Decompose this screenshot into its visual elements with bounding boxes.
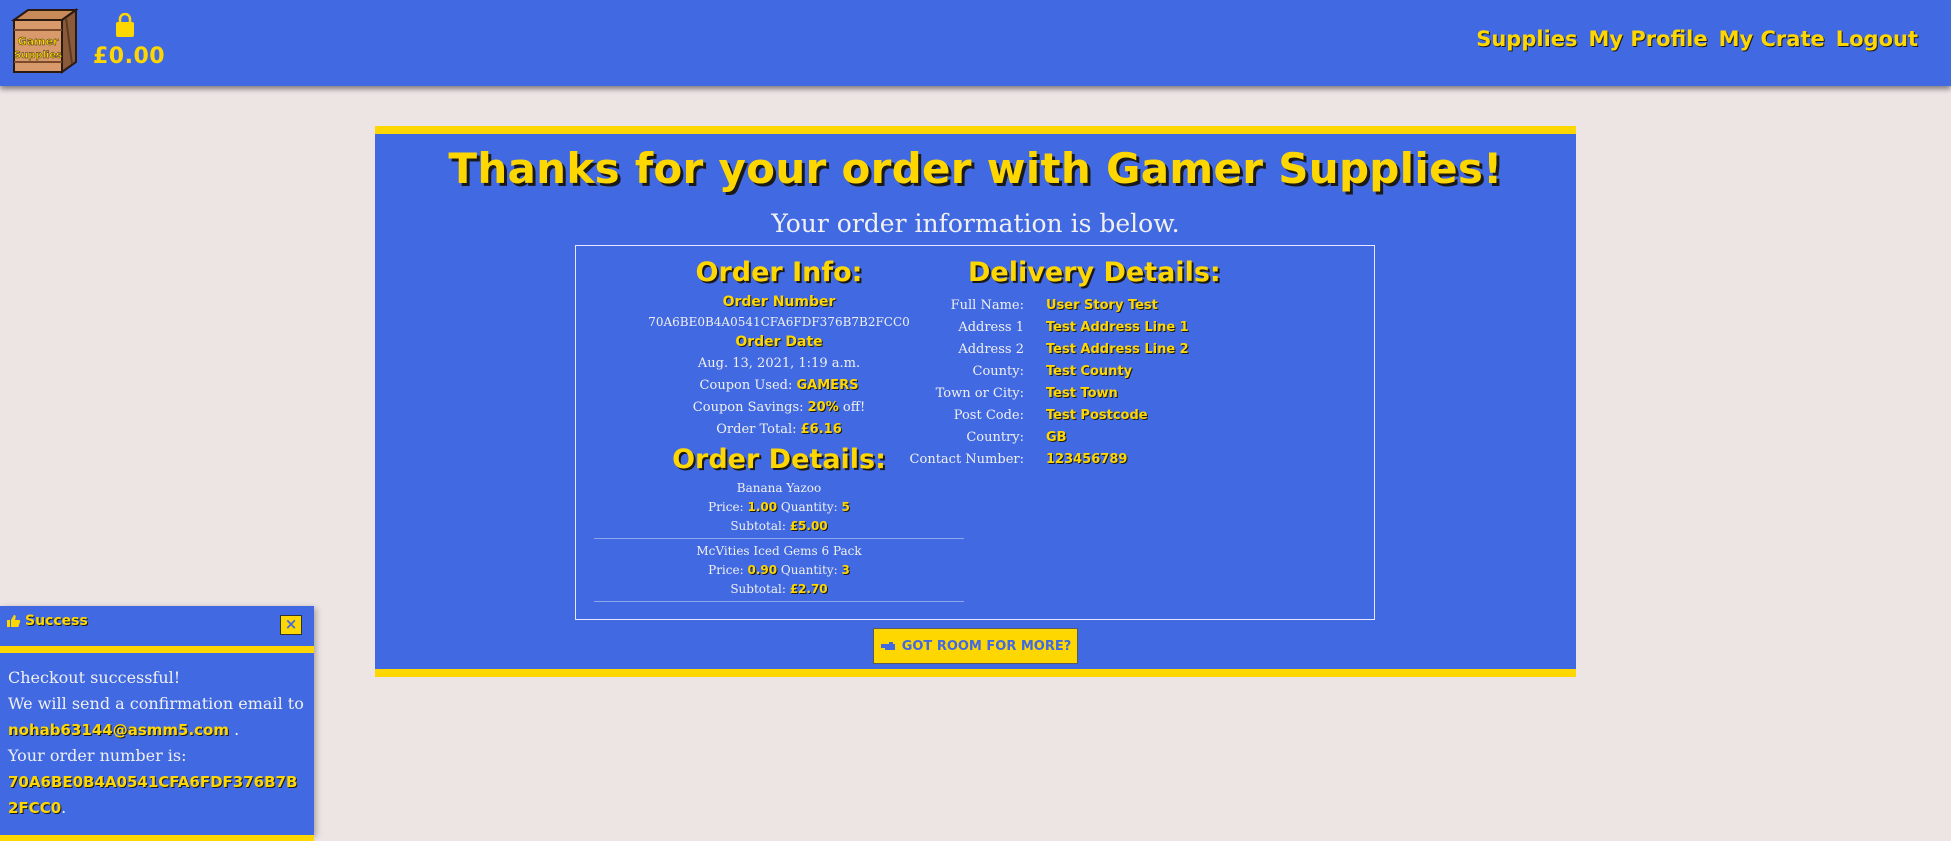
top-navbar: Gamer Supplies £0.00 Supplies My Profile… [0, 0, 1951, 86]
nav-my-profile-link[interactable]: My Profile [1589, 27, 1708, 51]
delivery-label: Contact Number: [909, 452, 1024, 467]
toast-email: nohab63144@asmm5.com [8, 721, 229, 739]
delivery-label: Address 2 [958, 342, 1024, 357]
page-subtitle: Your order information is below. [771, 209, 1180, 238]
nav-logout-link[interactable]: Logout [1836, 27, 1918, 51]
pointing-hand-icon [880, 642, 895, 650]
coupon-used-value: GAMERS [796, 378, 859, 393]
delivery-value: Test County [1046, 364, 1133, 379]
subtotal-label: Subtotal: [730, 519, 786, 533]
item-price: 0.90 [747, 563, 778, 577]
toast-bottom-border [0, 835, 314, 841]
close-icon[interactable]: × [280, 615, 302, 635]
delivery-row-county: County: Test County [906, 361, 1366, 383]
nav-supplies-link[interactable]: Supplies [1476, 27, 1577, 51]
delivery-label: Address 1 [958, 320, 1024, 335]
got-room-for-more-label: GOT ROOM FOR MORE? [901, 638, 1072, 654]
toast-email-row: nohab63144@asmm5.com . [8, 717, 304, 743]
item-price: 1.00 [747, 500, 778, 514]
delivery-value: GB [1046, 430, 1067, 445]
page-title: Thanks for your order with Gamer Supplie… [448, 144, 1503, 193]
coupon-savings-label: Coupon Savings: [692, 400, 804, 415]
delivery-value: Test Address Line 1 [1046, 320, 1189, 335]
order-confirmation-panel: Thanks for your order with Gamer Supplie… [375, 126, 1576, 677]
delivery-row-country: Country: GB [906, 427, 1366, 449]
toast-order-suffix: . [61, 798, 67, 817]
item-name: McVities Iced Gems 6 Pack [696, 544, 862, 558]
delivery-row-full-name: Full Name: User Story Test [906, 295, 1366, 317]
order-total-value: £6.16 [800, 422, 842, 437]
delivery-value: User Story Test [1046, 298, 1158, 313]
delivery-label: Post Code: [953, 408, 1024, 423]
crate-total[interactable]: £0.00 [93, 44, 165, 69]
order-info-box: Order Info: Order Number 70A6BE0B4A0541C… [575, 245, 1375, 620]
item-subtotal-row: Subtotal: £2.70 [594, 580, 964, 599]
toast-body: Checkout successful! We will send a conf… [8, 665, 304, 821]
success-toast: Success × Checkout successful! We will s… [0, 606, 314, 841]
shopping-bag-icon[interactable] [114, 12, 136, 39]
toast-line-checkout: Checkout successful! [8, 668, 181, 687]
delivery-value: Test Address Line 2 [1046, 342, 1189, 357]
delivery-details-heading: Delivery Details: [968, 257, 1221, 288]
coupon-savings-value: 20% [807, 400, 839, 415]
coupon-used-label: Coupon Used: [699, 378, 793, 393]
item-subtotal-row: Subtotal: £5.00 [594, 517, 964, 536]
item-quantity: 3 [841, 563, 850, 577]
nav-my-crate-link[interactable]: My Crate [1719, 27, 1825, 51]
got-room-for-more-button[interactable]: GOT ROOM FOR MORE? [873, 628, 1078, 664]
delivery-value: Test Town [1046, 386, 1118, 401]
logo-text-1: Gamer [18, 35, 59, 48]
toast-order-number: 70A6BE0B4A0541CFA6FDF376B7B2FCC0 [8, 773, 298, 817]
order-total-label: Order Total: [716, 422, 797, 437]
item-divider [594, 538, 964, 539]
delivery-value: 123456789 [1046, 452, 1128, 467]
item-quantity: 5 [841, 500, 850, 514]
item-price-quantity: Price: 1.00 Quantity: 5 [594, 498, 964, 517]
coupon-savings-suffix: off! [842, 400, 866, 415]
main-nav: Supplies My Profile My Crate Logout [1476, 27, 1918, 51]
item-price-quantity: Price: 0.90 Quantity: 3 [594, 561, 964, 580]
quantity-label: Quantity: [780, 563, 838, 577]
item-subtotal: £5.00 [789, 519, 828, 533]
toast-order-number-row: 70A6BE0B4A0541CFA6FDF376B7B2FCC0. [8, 769, 304, 821]
toast-title: Success [7, 613, 88, 629]
delivery-label: Country: [966, 430, 1024, 445]
delivery-rows: Full Name: User Story Test Address 1 Tes… [906, 295, 1366, 471]
delivery-row-town: Town or City: Test Town [906, 383, 1366, 405]
item-divider [594, 601, 964, 602]
delivery-value: Test Postcode [1046, 408, 1148, 423]
delivery-label: County: [972, 364, 1024, 379]
order-item: Banana Yazoo Price: 1.00 Quantity: 5 Sub… [594, 479, 964, 539]
gamer-supplies-logo[interactable]: Gamer Supplies [10, 6, 80, 76]
delivery-row-address-2: Address 2 Test Address Line 2 [906, 339, 1366, 361]
price-label: Price: [708, 563, 744, 577]
order-info-heading: Order Info: [695, 257, 863, 288]
toast-title-text: Success [25, 613, 88, 629]
quantity-label: Quantity: [780, 500, 838, 514]
delivery-label: Full Name: [950, 298, 1024, 313]
toast-header: Success × [0, 606, 314, 653]
order-item: McVities Iced Gems 6 Pack Price: 0.90 Qu… [594, 542, 964, 602]
thumbs-up-icon [7, 615, 21, 627]
item-name: Banana Yazoo [736, 481, 822, 495]
logo-text-2: Supplies [14, 50, 62, 61]
subtotal-label: Subtotal: [730, 582, 786, 596]
toast-line-confirmation: We will send a confirmation email to [8, 694, 304, 713]
delivery-details-column: Delivery Details: Full Name: User Story … [910, 254, 1366, 471]
price-label: Price: [708, 500, 744, 514]
delivery-label: Town or City: [935, 386, 1024, 401]
crate-logo-icon: Gamer Supplies [10, 8, 80, 74]
toast-line-order-number: Your order number is: [8, 746, 187, 765]
item-subtotal: £2.70 [789, 582, 828, 596]
delivery-row-post-code: Post Code: Test Postcode [906, 405, 1366, 427]
delivery-row-address-1: Address 1 Test Address Line 1 [906, 317, 1366, 339]
toast-email-suffix: . [228, 720, 240, 739]
delivery-row-contact-number: Contact Number: 123456789 [906, 449, 1366, 471]
